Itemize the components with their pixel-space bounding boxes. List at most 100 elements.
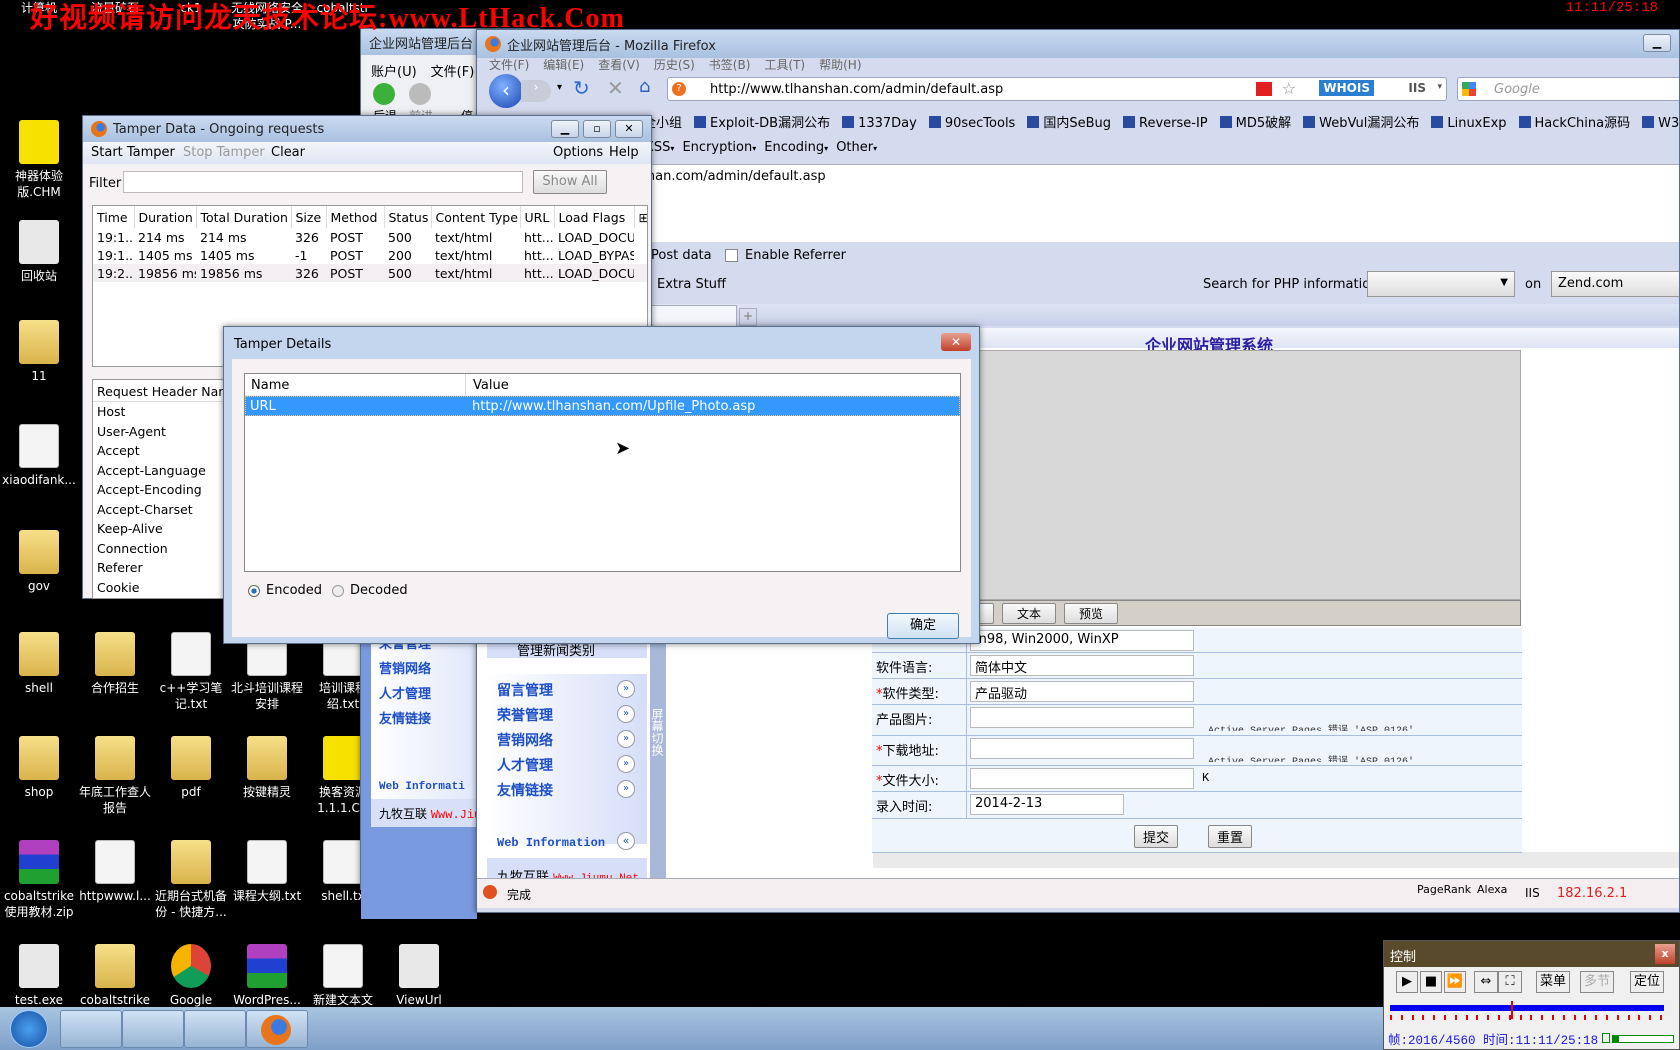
start-tamper-menu[interactable]: Start Tamper (91, 145, 175, 160)
desktop-icon[interactable]: ViewUrl (380, 944, 458, 1008)
desktop-icon[interactable]: xiaodifank... (0, 424, 78, 488)
desktop-icon[interactable]: pdf (152, 736, 230, 800)
reset-button[interactable]: 重置 (1208, 825, 1253, 848)
hackbar-menu-item[interactable]: Encryption▾ (682, 140, 756, 155)
details-row-url[interactable]: URL http://www.tlhanshan.com/Upfile_Phot… (245, 396, 960, 416)
desktop-icon[interactable]: shell (0, 632, 78, 696)
column-header[interactable]: Status (384, 206, 432, 228)
header-name-column[interactable]: Request Header Nam (93, 380, 231, 402)
google-icon[interactable] (1462, 82, 1476, 96)
form-input[interactable] (970, 738, 1194, 759)
play-button[interactable]: ▶ (1396, 971, 1418, 993)
bookmark-item[interactable]: 1337Day (842, 116, 917, 131)
header-list-item[interactable]: Cookie (93, 578, 231, 598)
expand-icon[interactable]: » (617, 755, 635, 773)
post-data-checkbox-label[interactable]: Post data (651, 248, 712, 263)
search-box[interactable]: Google (1457, 77, 1679, 101)
stop-icon[interactable]: ✕ (607, 76, 624, 100)
name-column-header[interactable]: Name (251, 378, 289, 393)
back-icon[interactable] (373, 83, 395, 105)
firefox-menu-item[interactable]: 编辑(E) (543, 58, 584, 72)
options-menu[interactable]: Options (553, 145, 603, 160)
column-header[interactable]: URL (520, 206, 555, 228)
minimize-button[interactable]: ▁ (551, 120, 579, 138)
php-search-select[interactable]: ▼ (1367, 271, 1515, 297)
bookmark-item[interactable]: 国内SeBug (1027, 116, 1111, 131)
firefox-menu-item[interactable]: 查看(V) (598, 58, 640, 72)
form-input[interactable] (970, 768, 1194, 789)
firefox-menu-item[interactable]: 历史(S) (654, 58, 695, 72)
show-all-button[interactable]: Show All (533, 170, 607, 194)
expand-icon[interactable]: » (617, 680, 635, 698)
ie-brand-url[interactable]: Www.Jiu (431, 808, 481, 822)
minimize-button[interactable]: ▁ (1643, 34, 1671, 52)
expand-icon[interactable]: » (617, 705, 635, 723)
header-list-item[interactable]: Keep-Alive (93, 519, 231, 539)
desktop-icon[interactable]: 神器体验版.CHM (0, 120, 78, 200)
ie-menu-account[interactable]: 账户(U) (371, 65, 417, 80)
form-input[interactable] (970, 707, 1194, 728)
playback-progress-slider[interactable] (1390, 1001, 1664, 1021)
bookmark-item[interactable]: Reverse-IP (1123, 116, 1208, 131)
taskbar-sogou[interactable] (184, 1010, 246, 1048)
decoded-radio[interactable] (332, 585, 344, 597)
multi-section-button[interactable]: 多节 (1580, 971, 1614, 993)
table-row[interactable]: 19:1... 1405 ms 1405 ms -1 POST 200 text/html h… (93, 246, 647, 264)
column-header[interactable]: Size (291, 206, 327, 228)
history-dropdown-icon[interactable]: ▾ (557, 82, 562, 93)
start-button[interactable] (10, 1010, 48, 1048)
desktop-icon[interactable]: gov (0, 530, 78, 594)
desktop-icon[interactable]: 11 (0, 320, 78, 384)
url-dropdown-icon[interactable]: ▾ (1437, 82, 1442, 92)
firefox-menu-item[interactable]: 工具(T) (764, 58, 805, 72)
reload-icon[interactable]: ↻ (573, 76, 590, 100)
desktop-icon[interactable]: 回收站 (0, 220, 78, 284)
nav-item[interactable]: 营销网络 (497, 730, 553, 750)
alexa[interactable]: Alexa (1477, 883, 1507, 896)
table-row[interactable]: 19:2... 19856 ms 19856 ms 326 POST 500 text/ht… (93, 264, 647, 282)
bookmark-star-icon[interactable]: ☆ (1282, 79, 1296, 98)
header-list-item[interactable]: Referer (93, 558, 231, 578)
firefox-menu-item[interactable]: 文件(F) (489, 58, 529, 72)
bookmark-item[interactable]: WebVul漏洞公布 (1303, 116, 1419, 131)
desktop-icon[interactable]: httpwww.l... (76, 840, 154, 904)
desktop-icon[interactable]: test.exe (0, 944, 78, 1008)
fullscreen-button[interactable]: ⛶ (1498, 971, 1522, 993)
ie-nav-item[interactable]: 营销网络 (379, 658, 431, 677)
desktop-icon[interactable]: c++学习笔记.txt (152, 632, 230, 712)
desktop-icon[interactable]: WordPres... (228, 944, 306, 1008)
fit-window-button[interactable]: ⇔ (1474, 971, 1498, 993)
php-site-select[interactable]: Zend.com (1551, 271, 1679, 297)
horizontal-scrollbar[interactable] (873, 852, 1679, 868)
whois-button[interactable]: WHOIS (1319, 80, 1374, 96)
desktop-icon[interactable]: cobaltstrike使用教材.zip (0, 840, 78, 920)
clear-menu[interactable]: Clear (271, 145, 305, 160)
stop-button[interactable]: ■ (1420, 971, 1442, 993)
fast-forward-button[interactable]: ⏩ (1444, 971, 1466, 993)
nav-item[interactable]: 友情链接 (497, 780, 553, 800)
submit-button[interactable]: 提交 (1134, 825, 1179, 848)
site-info-icon[interactable]: ? (672, 82, 686, 96)
forward-icon[interactable] (409, 83, 431, 105)
header-list-item[interactable]: Host (93, 402, 231, 422)
volume-slider[interactable] (1612, 1035, 1674, 1043)
value-column-header[interactable]: Value (473, 378, 509, 393)
collapse-icon[interactable]: « (617, 832, 635, 850)
encoded-radio[interactable] (248, 585, 260, 597)
bookmark-item[interactable]: LinuxExp (1431, 116, 1507, 131)
ie-nav-item[interactable]: 友情链接 (379, 708, 431, 727)
header-list-item[interactable]: Connection (93, 539, 231, 559)
firefox-menu-item[interactable]: 书签(B) (709, 58, 751, 72)
home-icon[interactable]: ⌂ (639, 76, 650, 97)
table-row[interactable]: 19:1... 214 ms 214 ms 326 POST 500 text/html ht… (93, 228, 647, 246)
maximize-button[interactable]: ▫ (583, 120, 611, 138)
taskbar-firefox[interactable] (246, 1010, 308, 1048)
taskbar-explorer[interactable] (60, 1010, 122, 1048)
bookmark-item[interactable]: 90secTools (928, 116, 1015, 131)
stop-tamper-menu[interactable]: Stop Tamper (183, 145, 265, 160)
back-button[interactable]: ‹ (489, 74, 523, 108)
pagerank[interactable]: PageRank (1417, 883, 1471, 896)
bookmark-item[interactable]: HackChina源码 (1518, 116, 1630, 131)
form-input[interactable]: in98, Win2000, WinXP (970, 630, 1194, 651)
editor-tab[interactable]: 文本 (1002, 603, 1057, 624)
